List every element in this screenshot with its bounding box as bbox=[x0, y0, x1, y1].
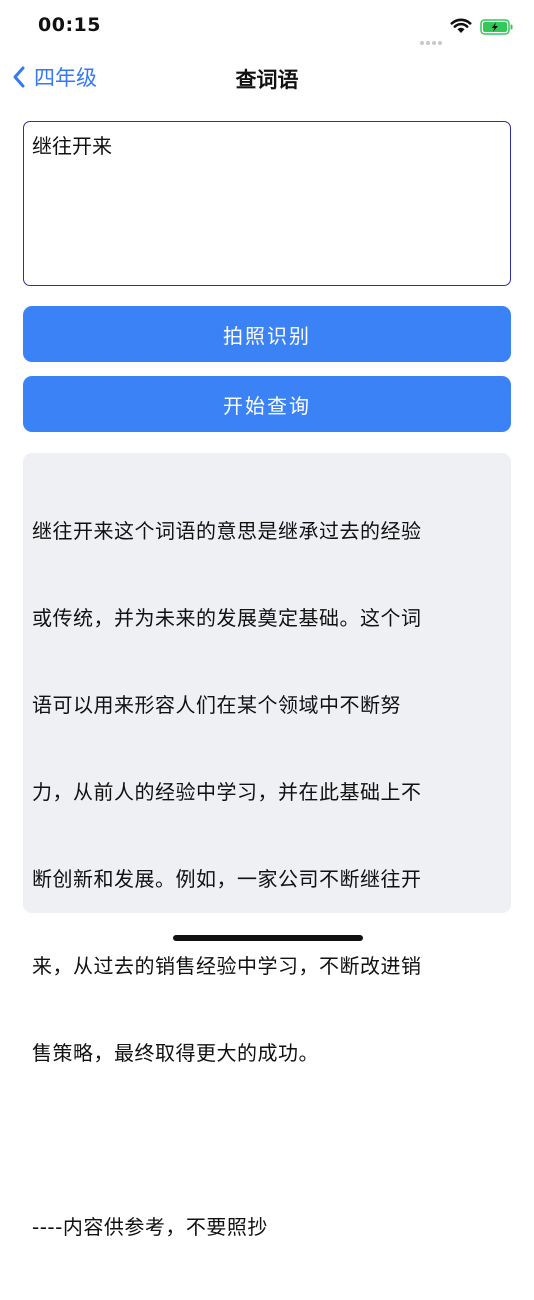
result-line: 售策略，最终取得更大的成功。 bbox=[32, 1041, 319, 1065]
result-line: 力，从前人的经验中学习，并在此基础上不 bbox=[32, 780, 422, 804]
result-text: 继往开来这个词语的意思是继承过去的经验 或传统，并为未来的发展奠定基础。这个词 … bbox=[32, 459, 502, 1300]
result-note: ----内容供参考，不要照抄 bbox=[32, 1215, 268, 1239]
page-title: 查词语 bbox=[235, 68, 299, 92]
result-line: 继往开来这个词语的意思是继承过去的经验 bbox=[32, 519, 422, 543]
status-bar: 00:15 bbox=[0, 0, 534, 54]
word-input[interactable] bbox=[23, 121, 511, 286]
result-line: 断创新和发展。例如，一家公司不断继往开 bbox=[32, 867, 422, 891]
start-query-button[interactable]: 开始查询 bbox=[23, 376, 511, 432]
status-time: 00:15 bbox=[38, 14, 101, 36]
wifi-icon bbox=[450, 18, 472, 38]
result-line: 或传统，并为未来的发展奠定基础。这个词 bbox=[32, 606, 422, 630]
result-line bbox=[32, 1126, 502, 1155]
navigation-bar: 四年级 查词语 bbox=[0, 54, 534, 102]
cellular-dots-icon bbox=[420, 30, 444, 49]
home-indicator[interactable] bbox=[173, 935, 363, 941]
battery-charging-icon bbox=[480, 19, 514, 39]
result-line: 来，从过去的销售经验中学习，不断改进销 bbox=[32, 954, 422, 978]
result-line: 语可以用来形容人们在某个领域中不断努 bbox=[32, 693, 401, 717]
photo-recognition-label: 拍照识别 bbox=[223, 323, 311, 348]
result-panel[interactable]: 继往开来这个词语的意思是继承过去的经验 或传统，并为未来的发展奠定基础。这个词 … bbox=[23, 453, 511, 1239]
start-query-label: 开始查询 bbox=[223, 393, 311, 418]
photo-recognition-button[interactable]: 拍照识别 bbox=[23, 306, 511, 362]
